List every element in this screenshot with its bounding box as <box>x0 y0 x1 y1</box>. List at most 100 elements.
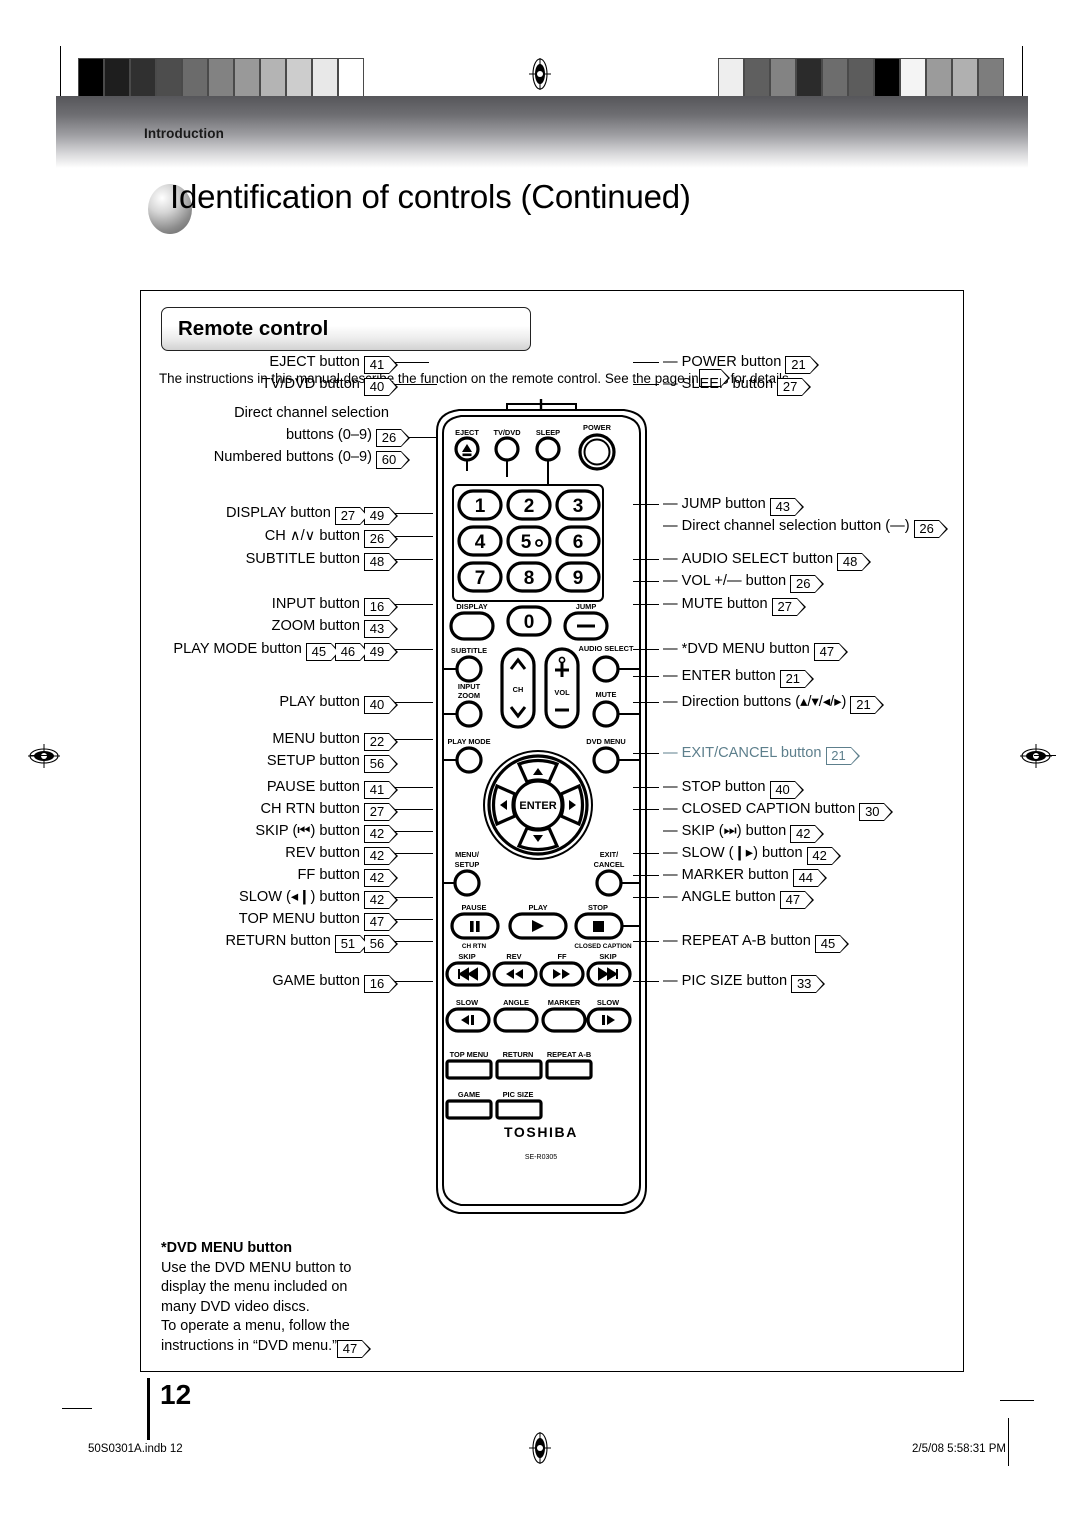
label-text: buttons (0–9) <box>285 427 372 443</box>
label-text: FF button <box>297 867 360 883</box>
svg-text:PLAY MODE: PLAY MODE <box>447 737 490 746</box>
label-top-menu-button: TOP MENU button 47 <box>141 909 398 931</box>
label-ch-button: CH ∧/∨ button 26 <box>141 526 398 548</box>
svg-text:SUBTITLE: SUBTITLE <box>451 646 487 655</box>
page-ref-badge: 45 <box>305 642 340 661</box>
label-dvd-menu-button: — *DVD MENU button 47 <box>663 639 848 661</box>
label-text: SKIP (⏮) button <box>255 823 360 839</box>
label-text: *DVD MENU button <box>681 641 810 657</box>
label-text: MENU button <box>272 731 360 747</box>
header-band: Introduction <box>56 96 1028 168</box>
svg-text:VOL: VOL <box>554 688 570 697</box>
label-text: PLAY MODE button <box>173 641 302 657</box>
page-ref-badge: 16 <box>364 974 398 993</box>
page-ref-badge: 40 <box>364 377 398 396</box>
svg-text:MUTE: MUTE <box>596 690 617 699</box>
page-ref-badge: 60 <box>376 450 410 469</box>
label-menu-button: MENU button 22 <box>141 729 398 751</box>
registration-patch <box>182 58 208 98</box>
label-text: PLAY button <box>279 694 360 710</box>
svg-text:GAME: GAME <box>458 1090 480 1099</box>
svg-text:0: 0 <box>524 612 535 633</box>
page-ref-badge: 43 <box>769 497 804 516</box>
label-text: SUBTITLE button <box>245 551 360 567</box>
registration-patch <box>208 58 234 98</box>
svg-text:FF: FF <box>557 952 567 961</box>
label-direct-channel-buttons: buttons (0–9) 26 <box>141 425 410 447</box>
svg-text:CANCEL: CANCEL <box>594 860 625 869</box>
trim-mark-ml <box>30 755 52 757</box>
svg-text:JUMP: JUMP <box>576 602 597 611</box>
label-text: AUDIO SELECT button <box>681 551 834 567</box>
svg-text:INPUT: INPUT <box>458 682 481 691</box>
label-text: REV button <box>285 845 360 861</box>
label-tvdvd-button: TV/DVD button 40 <box>141 374 398 396</box>
page-number: 12 <box>148 1378 191 1440</box>
page-ref-badge: 16 <box>364 597 398 616</box>
label-ff-button: FF button 42 <box>141 865 398 887</box>
label-jump-button: — JUMP button 43 <box>663 494 804 516</box>
registration-patch <box>770 58 796 98</box>
footer-timestamp: 2/5/08 5:58:31 PM <box>912 1443 1006 1455</box>
svg-text:4: 4 <box>475 532 486 553</box>
leader-dash: — <box>663 801 682 817</box>
registration-target-left <box>28 740 60 768</box>
page-ref-badge: 48 <box>837 552 872 571</box>
page-ref-badge: 26 <box>913 519 948 538</box>
section-heading-text: Remote control <box>178 317 329 340</box>
label-text: SLOW (◂❙) button <box>239 889 360 905</box>
svg-text:CLOSED CAPTION: CLOSED CAPTION <box>574 943 632 950</box>
label-text: ENTER button <box>681 668 776 684</box>
page-ref-badge: 42 <box>364 824 398 843</box>
leader-dash: — <box>663 518 682 534</box>
label-text: PIC SIZE button <box>681 973 788 989</box>
svg-text:CH RTN: CH RTN <box>462 943 487 950</box>
page-ref-badge: 42 <box>806 846 841 865</box>
registration-patch <box>286 58 312 98</box>
page-ref-badge: 21 <box>785 355 820 374</box>
label-text: Direction buttons (▴/▾/◂/▸) <box>681 694 847 710</box>
label-direct-channel-selection-button: — Direct channel selection button (—) 26 <box>663 516 948 538</box>
page-ref-badge: 27 <box>777 377 812 396</box>
leader-dash: — <box>663 496 682 512</box>
label-eject-button: EJECT button 41 <box>141 352 398 374</box>
svg-text:9: 9 <box>573 568 584 589</box>
footnote-line-5: instructions in “DVD menu.” <box>161 1337 337 1354</box>
label-repeat-ab-button: — REPEAT A-B button 45 <box>663 931 849 953</box>
registration-patch <box>900 58 926 98</box>
registration-patch <box>156 58 182 98</box>
registration-patch <box>104 58 130 98</box>
registration-patch <box>744 58 770 98</box>
footnote-line-2: display the menu included on <box>161 1279 348 1296</box>
page-ref-badge: 46 <box>334 642 369 661</box>
page-ref-badge: 27 <box>364 802 398 821</box>
label-enter-button: — ENTER button 21 <box>663 666 814 688</box>
svg-text:REPEAT A-B: REPEAT A-B <box>547 1050 591 1059</box>
registration-strip-left <box>78 58 364 98</box>
svg-text:ANGLE: ANGLE <box>503 998 529 1007</box>
page-ref-badge: 33 <box>791 974 826 993</box>
svg-text:PLAY: PLAY <box>528 903 547 912</box>
label-text: ANGLE button <box>681 889 776 905</box>
label-closed-caption-button: — CLOSED CAPTION button 30 <box>663 799 894 821</box>
svg-text:CH: CH <box>513 685 524 694</box>
svg-text:RETURN: RETURN <box>503 1050 534 1059</box>
label-return-button: RETURN button 51 56 <box>141 931 398 953</box>
svg-text:2: 2 <box>524 496 535 517</box>
label-direct-channel-selection: Direct channel selection <box>141 403 389 423</box>
label-setup-button: SETUP button 56 <box>141 751 398 773</box>
page-ref-badge: 22 <box>364 732 398 751</box>
svg-text:STOP: STOP <box>588 903 608 912</box>
label-text: Direct channel selection <box>234 405 389 421</box>
label-direction-buttons: — Direction buttons (▴/▾/◂/▸) 21 <box>663 692 885 714</box>
label-text: SETUP button <box>266 753 360 769</box>
label-slow-rev-button: SLOW (◂❙) button 42 <box>141 887 398 909</box>
svg-text:EXIT/: EXIT/ <box>600 850 618 859</box>
page-ref-badge: 26 <box>364 529 398 548</box>
page-ref-badge: 56 <box>364 754 398 773</box>
leader-dash: — <box>663 889 682 905</box>
leader-power <box>633 362 659 364</box>
page-ref-badge: 42 <box>790 824 825 843</box>
label-numbered-buttons: Numbered buttons (0–9) 60 <box>141 447 410 469</box>
page-ref-badge: 47 <box>813 642 848 661</box>
